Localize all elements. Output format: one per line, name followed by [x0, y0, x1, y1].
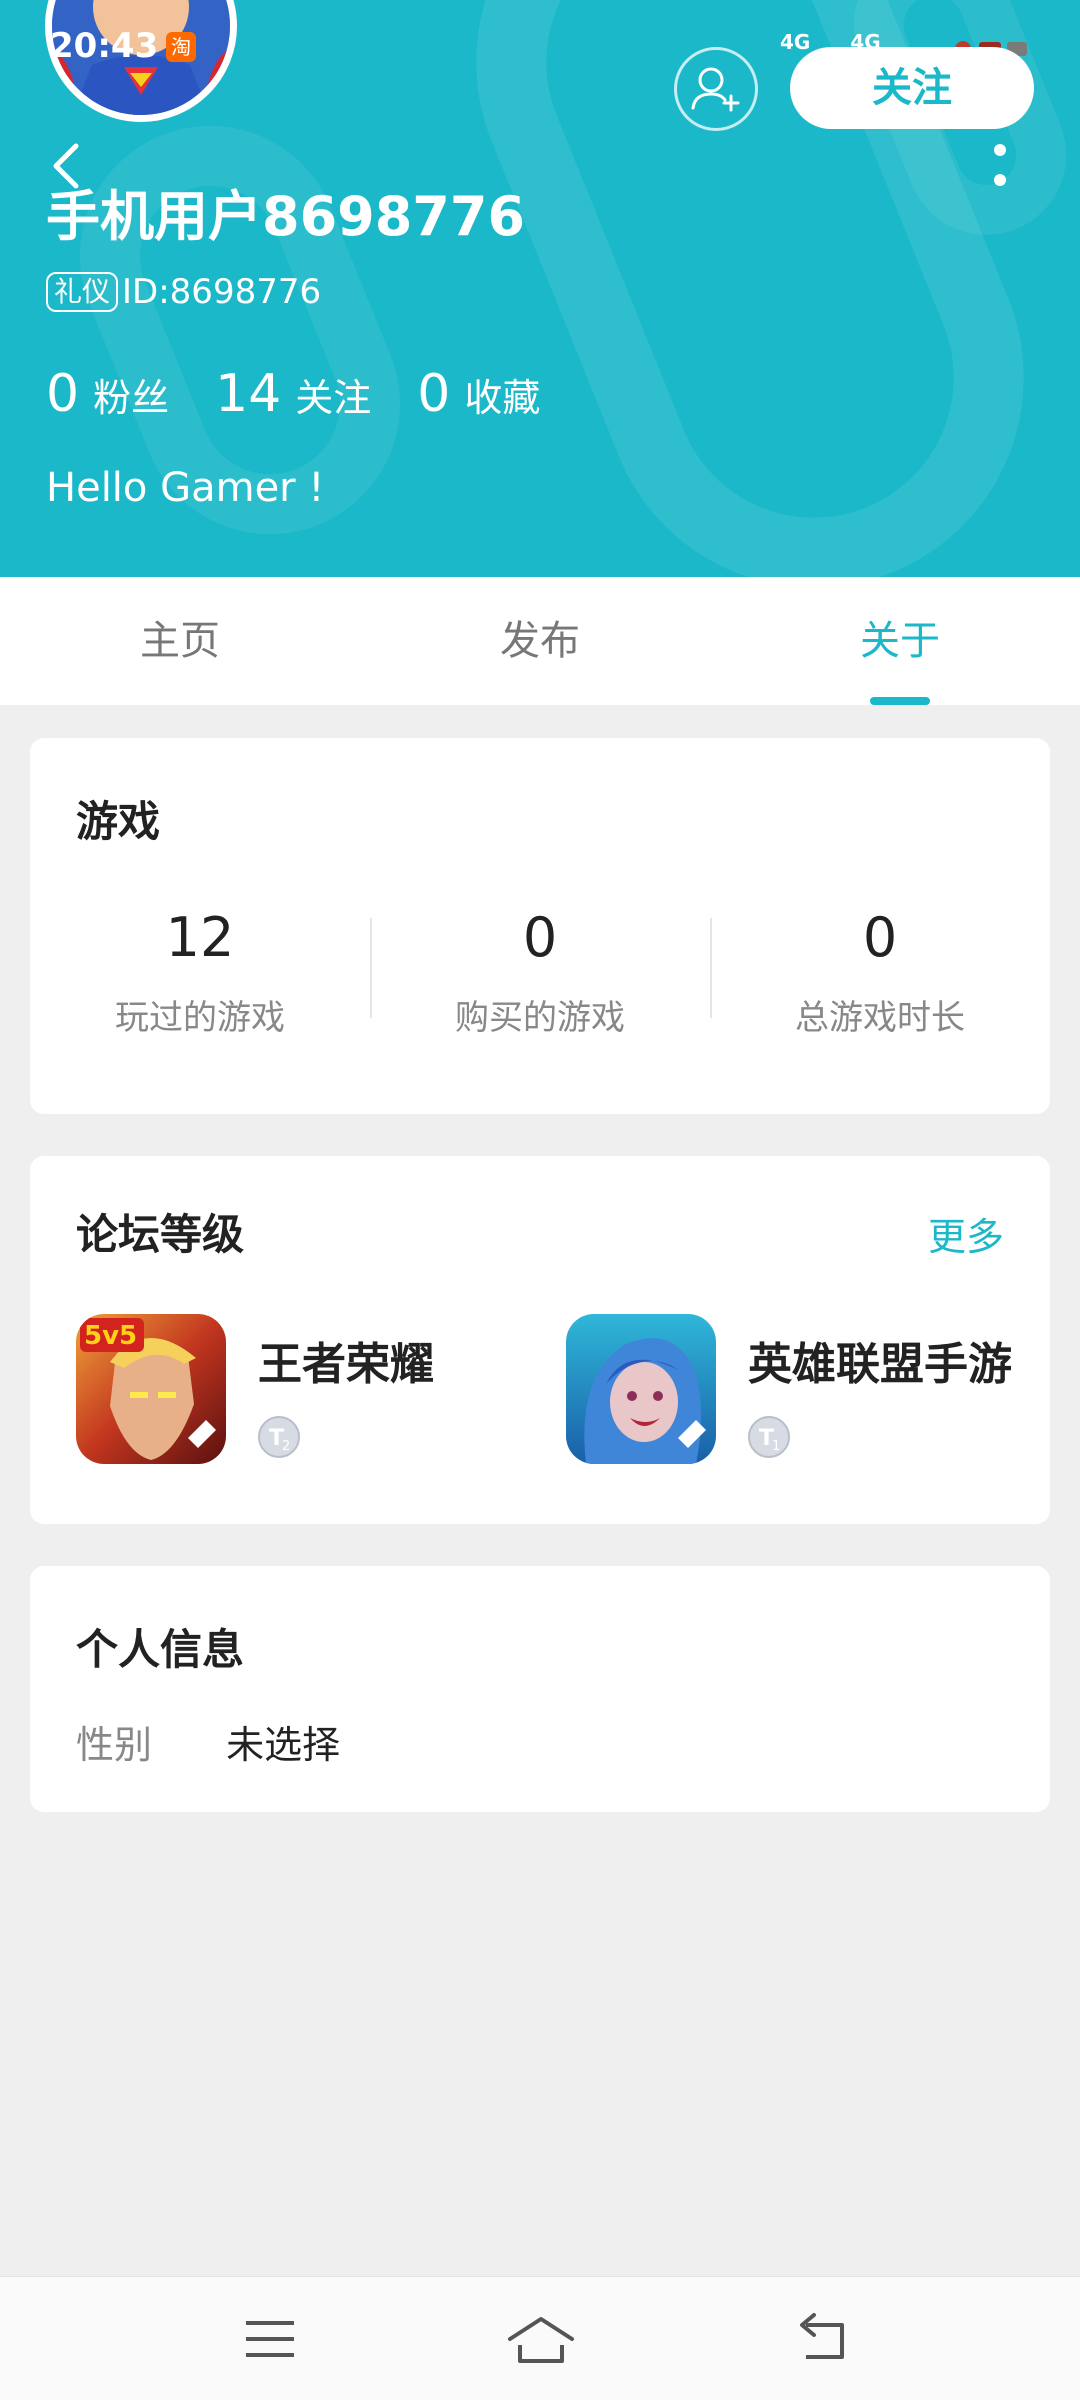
more-options-icon[interactable] — [985, 140, 1015, 200]
home-icon[interactable] — [506, 2311, 576, 2367]
play-time-stat[interactable]: 0 总游戏时长 — [710, 908, 1050, 1048]
user-id: ID:8698776 — [122, 272, 322, 312]
gender-row: 性别 未选择 — [76, 1714, 340, 1769]
played-games-stat[interactable]: 12 玩过的游戏 — [30, 908, 370, 1048]
play-time-value: 0 — [862, 906, 898, 969]
profile-tabs: 主页 发布 关于 — [0, 577, 1080, 705]
games-stats: 12 玩过的游戏 0 购买的游戏 0 总游戏时长 — [30, 908, 1050, 1048]
svg-text:5v5: 5v5 — [84, 1321, 137, 1351]
forum-item-lol-mobile[interactable]: 英雄联盟手游 T 1 — [566, 1314, 1046, 1464]
purchased-games-stat[interactable]: 0 购买的游戏 — [370, 908, 710, 1048]
status-time: 20:43 — [50, 26, 159, 66]
tab-home[interactable]: 主页 — [0, 577, 360, 705]
favorites-label: 收藏 — [464, 376, 541, 420]
followers-stat[interactable]: 0 粉丝 — [46, 364, 169, 424]
following-label: 关注 — [295, 376, 372, 420]
followers-label: 粉丝 — [93, 376, 170, 420]
username: 手机用户8698776 — [46, 185, 526, 248]
lol-mobile-icon — [566, 1314, 716, 1464]
forum-card-title: 论坛等级 — [76, 1210, 245, 1259]
profile-header: 20:43 淘 4G 4G 关注 手机用户8698776 礼仪 ID:86987… — [0, 0, 1080, 577]
svg-text:2: 2 — [282, 1439, 290, 1454]
level-t2-badge-icon: T 2 — [256, 1414, 302, 1460]
forum-more-link[interactable]: 更多 — [928, 1206, 1004, 1261]
purchased-games-count: 0 — [522, 906, 558, 969]
played-games-count: 12 — [165, 906, 235, 969]
personal-info-title: 个人信息 — [76, 1625, 245, 1674]
level-t1-badge-icon: T 1 — [746, 1414, 792, 1460]
add-friend-button[interactable] — [674, 47, 758, 131]
games-card: 游戏 12 玩过的游戏 0 购买的游戏 0 总游戏时长 — [30, 738, 1050, 1114]
signal-4g-1: 4G — [780, 30, 811, 54]
taobao-notification-icon: 淘 — [166, 32, 196, 62]
favorites-count: 0 — [417, 364, 451, 424]
system-nav-bar — [0, 2276, 1080, 2400]
user-bio: Hello Gamer ! — [46, 465, 325, 511]
etiquette-badge: 礼仪 — [46, 272, 119, 312]
played-games-label: 玩过的游戏 — [115, 998, 285, 1038]
favorites-stat[interactable]: 0 收藏 — [417, 364, 540, 424]
follow-button[interactable]: 关注 — [790, 47, 1034, 129]
profile-stats: 0 粉丝 14 关注 0 收藏 — [46, 364, 586, 424]
following-stat[interactable]: 14 关注 — [215, 364, 371, 424]
gender-label: 性别 — [76, 1723, 153, 1767]
honor-of-kings-icon: 5v5 — [76, 1314, 226, 1464]
forum-item-honor-of-kings[interactable]: 5v5 王者荣耀 T 2 — [76, 1314, 556, 1464]
add-user-icon — [691, 67, 740, 112]
play-time-label: 总游戏时长 — [795, 998, 965, 1038]
tab-posts[interactable]: 发布 — [360, 577, 720, 705]
menu-icon[interactable] — [240, 2311, 300, 2367]
user-id-row: 礼仪 ID:8698776 — [46, 272, 321, 312]
back-icon[interactable] — [792, 2311, 852, 2367]
personal-info-card: 个人信息 性别 未选择 — [30, 1566, 1050, 1812]
followers-count: 0 — [46, 364, 80, 424]
tab-about[interactable]: 关于 — [720, 577, 1080, 705]
forum-game-name: 英雄联盟手游 — [748, 1339, 1012, 1390]
svg-text:1: 1 — [772, 1439, 780, 1454]
gender-value: 未选择 — [226, 1723, 341, 1767]
forum-game-name: 王者荣耀 — [258, 1339, 434, 1390]
games-card-title: 游戏 — [76, 797, 161, 846]
purchased-games-label: 购买的游戏 — [455, 998, 625, 1038]
following-count: 14 — [215, 364, 282, 424]
forum-level-card: 论坛等级 更多 5v5 王者荣耀 T 2 英雄联盟手游 T 1 — [30, 1156, 1050, 1524]
